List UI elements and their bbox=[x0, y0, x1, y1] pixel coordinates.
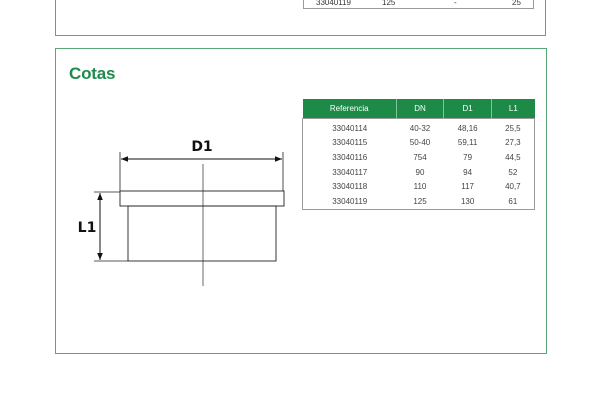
cell-d1: 48,16 bbox=[457, 123, 478, 133]
cell-d1: 117 bbox=[461, 182, 474, 192]
table-row: 33040118 110 117 40,7 bbox=[303, 179, 535, 194]
header-l1: L1 bbox=[491, 99, 535, 119]
table-row: 33040119 125 130 61 bbox=[303, 194, 535, 209]
cell-l1: 52 bbox=[508, 167, 518, 177]
cell-referencia: 33040114 bbox=[332, 123, 368, 133]
cell-l1: 61 bbox=[508, 196, 518, 206]
table-cell: - bbox=[454, 0, 457, 7]
cell-referencia: 33040117 bbox=[332, 167, 368, 177]
cell-l1: 27,3 bbox=[505, 138, 521, 148]
header-dn: DN bbox=[395, 99, 444, 119]
l1-label: L1 bbox=[78, 220, 97, 236]
previous-table-last-row: 33040119 125 - 25 bbox=[303, 0, 534, 9]
cell-referencia: 33040119 bbox=[332, 196, 368, 206]
cap-flange bbox=[119, 190, 285, 207]
cell-dn: 40-32 bbox=[409, 123, 431, 133]
header-d1: D1 bbox=[443, 99, 492, 119]
table-cell: 25 bbox=[512, 0, 521, 7]
cell-d1: 59,11 bbox=[457, 138, 478, 148]
cell-referencia: 33040118 bbox=[332, 182, 368, 192]
d1-label: D1 bbox=[191, 139, 212, 155]
table-row: 33040114 40-32 48,16 25,5 bbox=[303, 119, 535, 136]
cap-body bbox=[127, 205, 277, 262]
cell-d1: 130 bbox=[460, 196, 475, 206]
table-cell: 125 bbox=[382, 0, 396, 7]
cell-d1: 79 bbox=[463, 152, 473, 162]
cell-dn: 754 bbox=[413, 152, 427, 162]
table-row: 33040115 50-40 59,11 27,3 bbox=[303, 136, 535, 151]
dimensions-panel: Cotas D1 L1 Referencia DN D1 L1 33040114… bbox=[55, 48, 547, 354]
table-row: 33040116 754 79 44,5 bbox=[303, 150, 535, 165]
cell-dn: 90 bbox=[415, 167, 425, 177]
cell-referencia: 33040115 bbox=[332, 138, 368, 148]
cell-referencia: 33040116 bbox=[332, 152, 368, 162]
previous-panel: 33040119 125 - 25 bbox=[55, 0, 546, 36]
cell-l1: 40,7 bbox=[505, 182, 521, 192]
table-cell: 33040119 bbox=[316, 0, 351, 7]
cell-dn: 50-40 bbox=[409, 138, 431, 148]
cell-l1: 44,5 bbox=[505, 152, 521, 162]
table-header-row: Referencia DN D1 L1 bbox=[302, 99, 535, 119]
table-row: 33040117 90 94 52 bbox=[303, 165, 535, 180]
cell-dn: 125 bbox=[413, 196, 427, 206]
cell-l1: 25,5 bbox=[505, 123, 521, 133]
cell-dn: 110 bbox=[413, 182, 427, 192]
cell-d1: 94 bbox=[463, 167, 473, 177]
header-referencia: Referencia bbox=[302, 99, 397, 119]
dimensions-table: Referencia DN D1 L1 33040114 40-32 48,16… bbox=[302, 99, 535, 210]
